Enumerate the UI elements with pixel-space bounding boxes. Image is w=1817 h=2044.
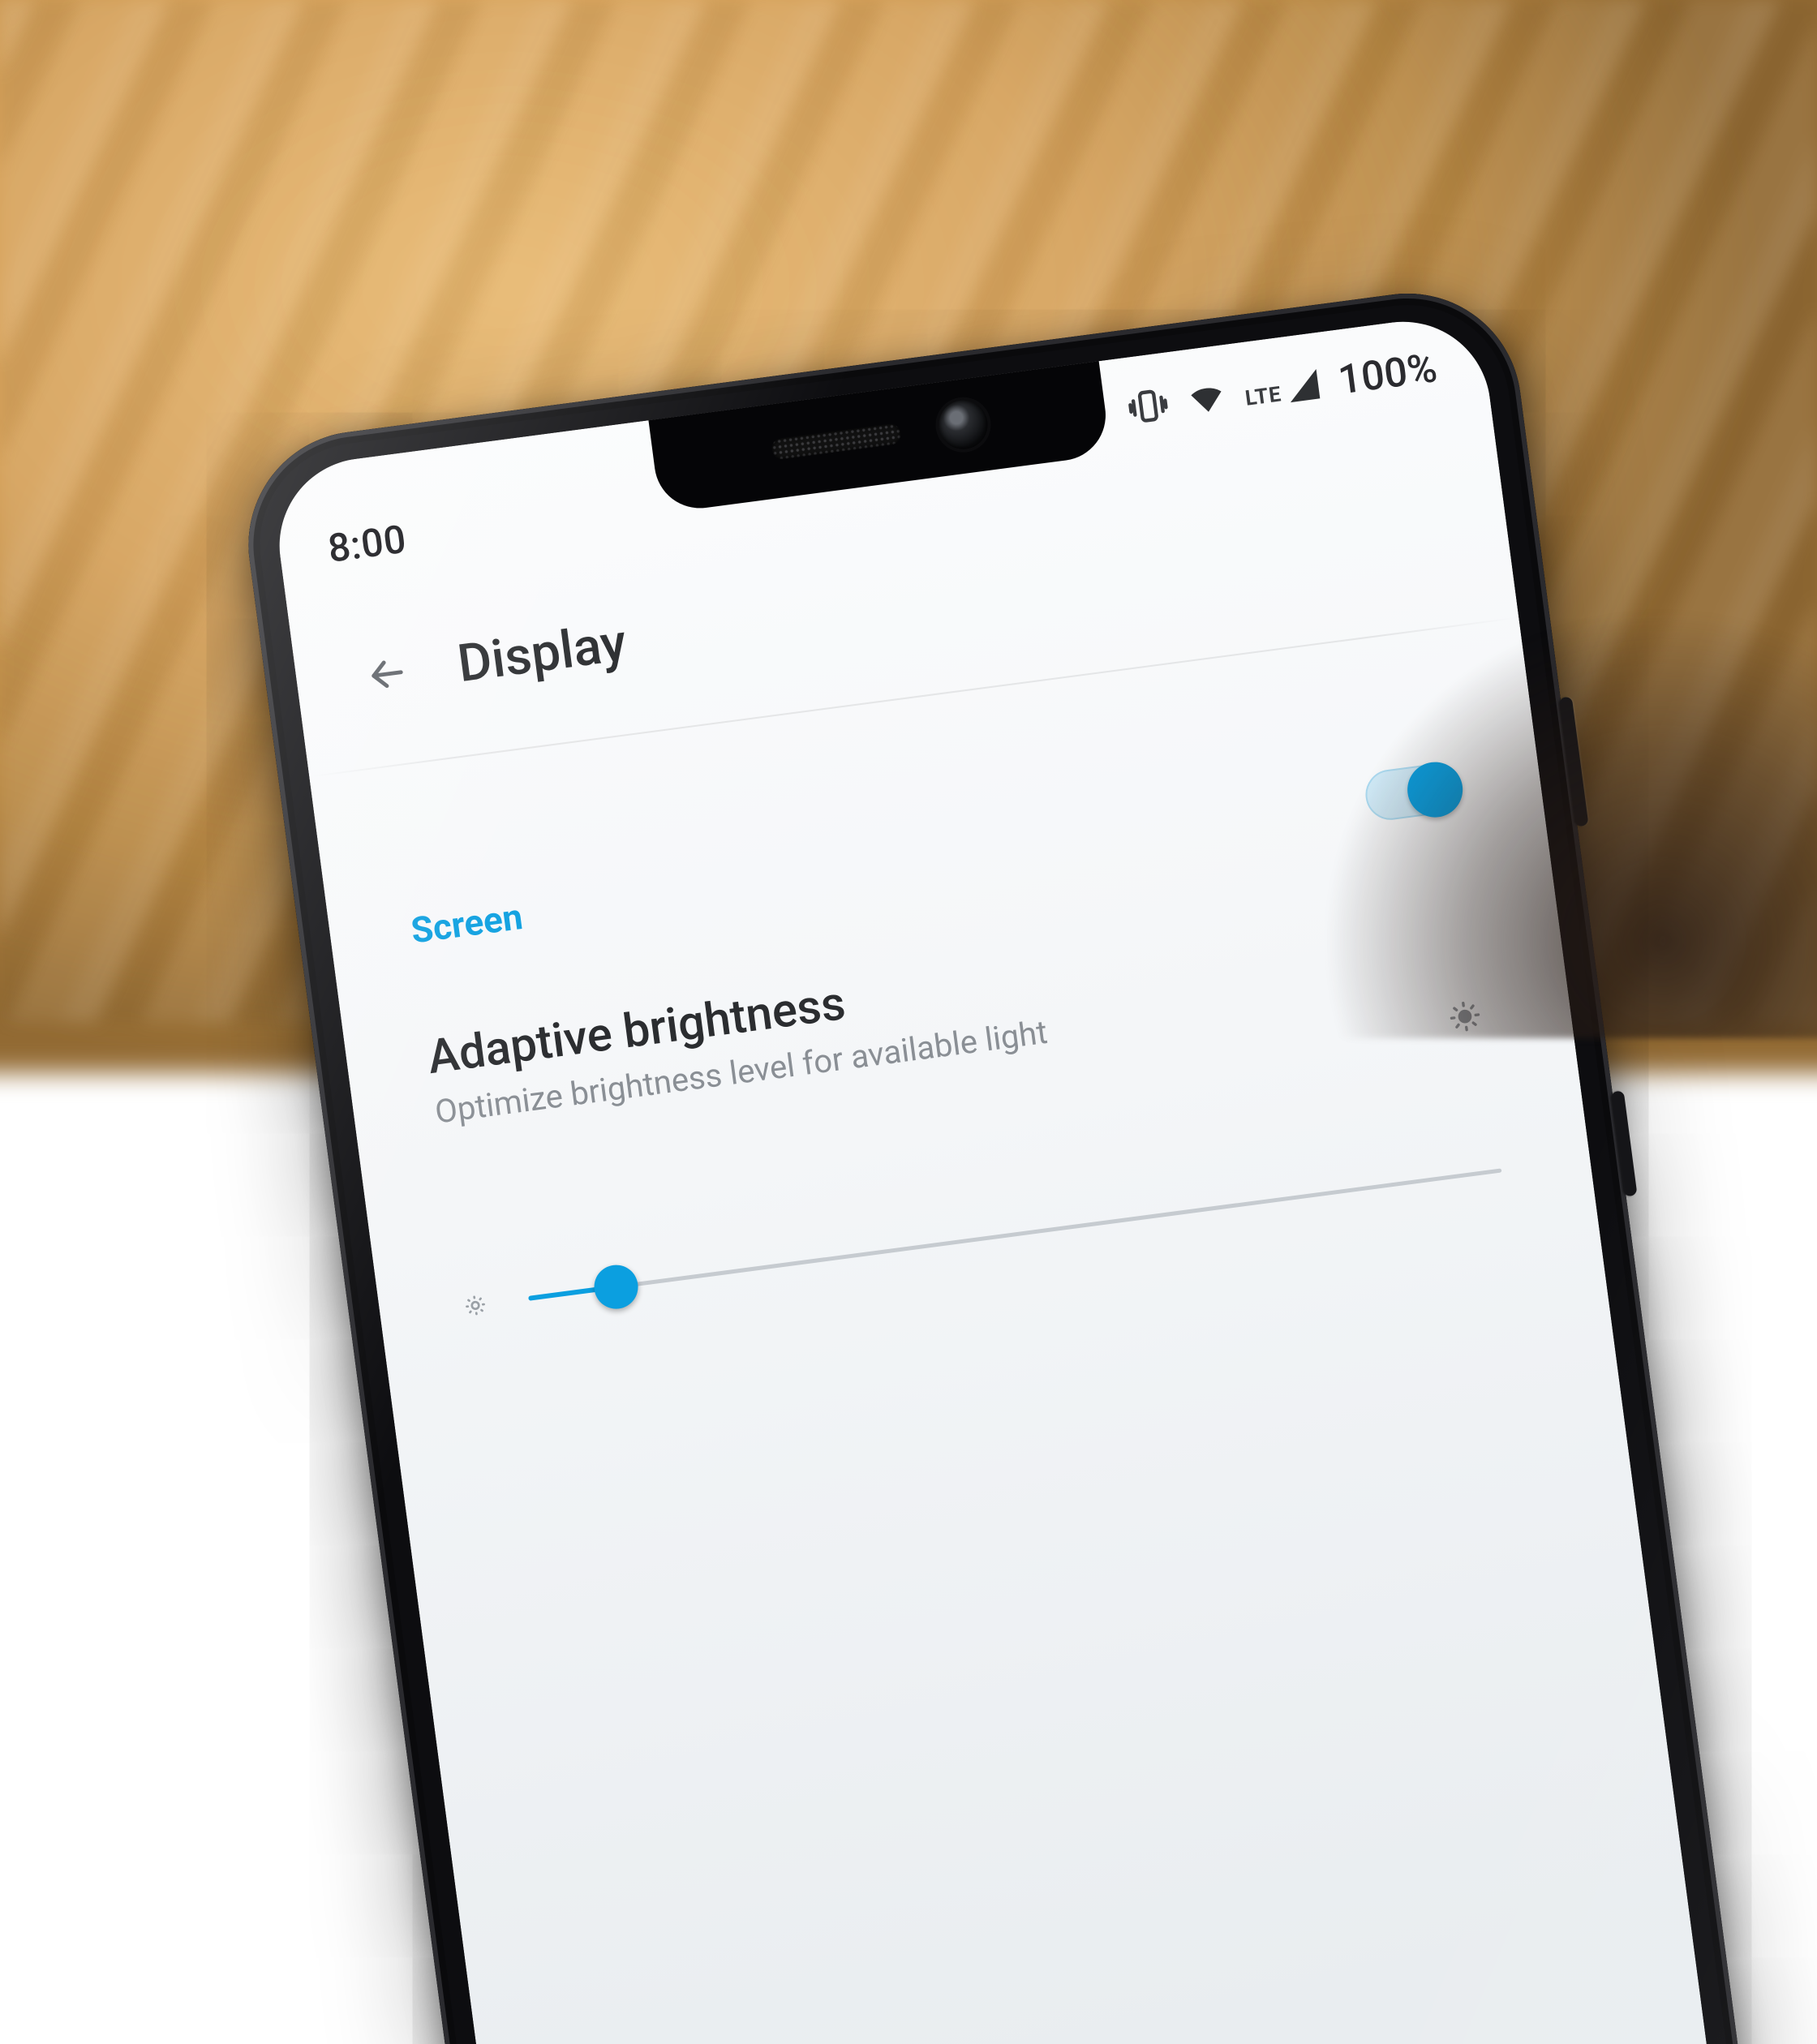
back-button[interactable] [354, 641, 420, 706]
adaptive-brightness-toggle[interactable] [1363, 761, 1463, 823]
section-heading-screen: Screen [409, 895, 526, 952]
network-label: LTE [1244, 382, 1282, 411]
brightness-high-icon [1447, 998, 1484, 1035]
brightness-slider-thumb[interactable] [591, 1262, 641, 1312]
brightness-slider[interactable] [526, 1151, 1504, 1318]
status-time: 8:00 [325, 515, 409, 571]
cell-signal-icon: LTE [1243, 366, 1324, 411]
brightness-slider-row [458, 1151, 1504, 1326]
vibrate-icon [1124, 383, 1171, 430]
page-title: Display [454, 612, 630, 695]
setting-adaptive-brightness[interactable]: Adaptive brightness Optimize brightness … [424, 894, 1478, 1132]
arrow-left-icon [361, 647, 414, 700]
brightness-low-icon [459, 1289, 492, 1321]
battery-text: 100% [1336, 345, 1441, 404]
front-camera [936, 397, 990, 452]
earpiece-speaker [771, 423, 902, 461]
wifi-icon [1184, 376, 1230, 421]
